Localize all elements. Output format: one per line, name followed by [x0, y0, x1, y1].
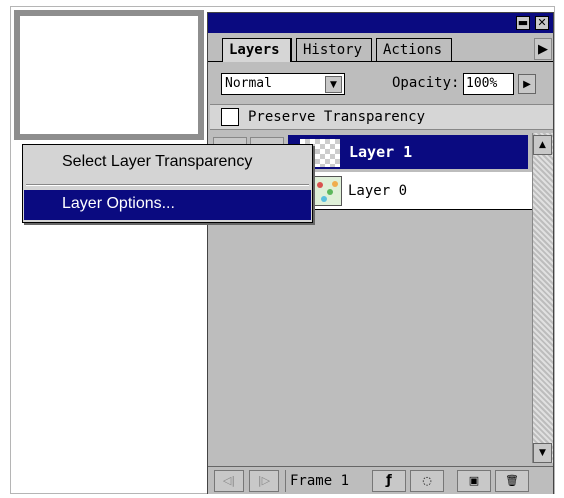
new-layer-icon[interactable]: ▣	[457, 470, 491, 492]
scroll-down-icon[interactable]: ▼	[533, 443, 552, 463]
menu-item-select-layer-transparency[interactable]: Select Layer Transparency	[24, 147, 311, 179]
menu-item-layer-options[interactable]: Layer Options...	[24, 190, 311, 220]
next-frame-icon[interactable]: |▷	[249, 470, 279, 492]
opacity-slider-arrow-icon[interactable]: ▶	[518, 74, 536, 94]
tab-history[interactable]: History	[296, 38, 372, 62]
preserve-transparency-checkbox[interactable]	[221, 108, 239, 126]
layer-thumbnail	[312, 176, 342, 206]
layer-name: Layer 1	[349, 143, 413, 161]
document-canvas[interactable]	[14, 10, 204, 140]
trash-icon[interactable]: 🗑	[495, 470, 529, 492]
opacity-field[interactable]: 100%	[463, 73, 514, 95]
layer-name: Layer 0	[348, 183, 408, 199]
preserve-transparency-label: Preserve Transparency	[248, 109, 426, 125]
layer-effects-icon[interactable]: ƒ	[372, 470, 406, 492]
frame-label: Frame 1	[285, 470, 367, 492]
scrollbar[interactable]	[532, 133, 553, 463]
tab-layers[interactable]: Layers	[222, 38, 292, 62]
minimize-button[interactable]: ▬	[516, 16, 530, 30]
menu-separator	[26, 184, 309, 186]
previous-frame-icon[interactable]: ◁|	[214, 470, 244, 492]
scroll-up-icon[interactable]: ▲	[533, 135, 552, 155]
chevron-down-icon[interactable]: ▼	[325, 76, 342, 93]
add-mask-icon[interactable]: ◌	[410, 470, 444, 492]
close-button[interactable]: ✕	[535, 16, 549, 30]
palette-menu-arrow-icon[interactable]: ▶	[534, 38, 552, 60]
tab-actions[interactable]: Actions	[376, 38, 452, 62]
palette-title-bar[interactable]	[208, 13, 553, 33]
opacity-label: Opacity:	[392, 75, 460, 91]
